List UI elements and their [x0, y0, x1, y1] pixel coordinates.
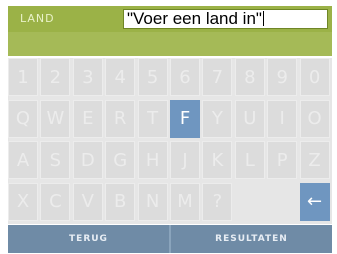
- key-g[interactable]: G: [105, 141, 136, 179]
- key-5[interactable]: 5: [137, 58, 168, 96]
- key-c[interactable]: C: [40, 182, 71, 221]
- key-p[interactable]: P: [267, 141, 298, 179]
- backspace-arrow-icon: ←: [307, 191, 323, 212]
- key-r[interactable]: R: [105, 99, 136, 138]
- key-e[interactable]: E: [72, 99, 103, 138]
- key-blank: [234, 182, 298, 221]
- keyboard: 1 2 3 4 5 6 7 8 9 0 Q W E R T F Y U I O A S D G H J K L P Z X C V B N M? ←: [8, 58, 332, 224]
- key-7[interactable]: 7: [202, 58, 233, 96]
- key-8[interactable]: 8: [234, 58, 265, 96]
- key-2[interactable]: 2: [40, 58, 71, 96]
- key-3[interactable]: 3: [72, 58, 103, 96]
- key-v[interactable]: V: [72, 182, 103, 221]
- results-button[interactable]: RESULTATEN: [171, 225, 332, 253]
- text-cursor: [262, 11, 264, 26]
- header: LAND "Voer een land in": [8, 6, 332, 32]
- key-1[interactable]: 1: [8, 58, 38, 96]
- key-j[interactable]: J: [170, 141, 200, 179]
- suggestion-bar: [8, 32, 332, 56]
- key-6[interactable]: 6: [170, 58, 200, 96]
- key-z[interactable]: Z: [299, 141, 330, 179]
- key-u[interactable]: U: [234, 99, 265, 138]
- key-question[interactable]: ?: [202, 182, 233, 221]
- key-m[interactable]: M: [170, 182, 200, 221]
- key-a[interactable]: A: [8, 141, 38, 179]
- key-y[interactable]: Y: [202, 99, 233, 138]
- key-i[interactable]: I: [267, 99, 298, 138]
- key-k[interactable]: K: [202, 141, 233, 179]
- bottom-bar: TERUG RESULTATEN: [8, 225, 332, 253]
- key-w[interactable]: W: [40, 99, 71, 138]
- backspace-key[interactable]: ←: [299, 182, 330, 221]
- back-button[interactable]: TERUG: [8, 225, 169, 253]
- key-t[interactable]: T: [137, 99, 168, 138]
- input-value: "Voer een land in": [127, 9, 262, 28]
- key-9[interactable]: 9: [267, 58, 298, 96]
- country-input[interactable]: "Voer een land in": [123, 9, 328, 29]
- key-s[interactable]: S: [40, 141, 71, 179]
- key-h[interactable]: H: [137, 141, 168, 179]
- screen: LAND "Voer een land in" 1234567890QWERTF…: [0, 0, 337, 254]
- key-l[interactable]: L: [234, 141, 265, 179]
- key-4[interactable]: 4: [105, 58, 136, 96]
- key-x[interactable]: X: [8, 182, 38, 221]
- key-f[interactable]: F: [170, 99, 200, 138]
- key-0[interactable]: 0: [299, 58, 330, 96]
- key-b[interactable]: B: [105, 182, 136, 221]
- field-label: LAND: [20, 12, 55, 25]
- key-o[interactable]: O: [299, 99, 330, 138]
- key-d[interactable]: D: [72, 141, 103, 179]
- key-q[interactable]: Q: [8, 99, 38, 138]
- key-n[interactable]: N: [137, 182, 168, 221]
